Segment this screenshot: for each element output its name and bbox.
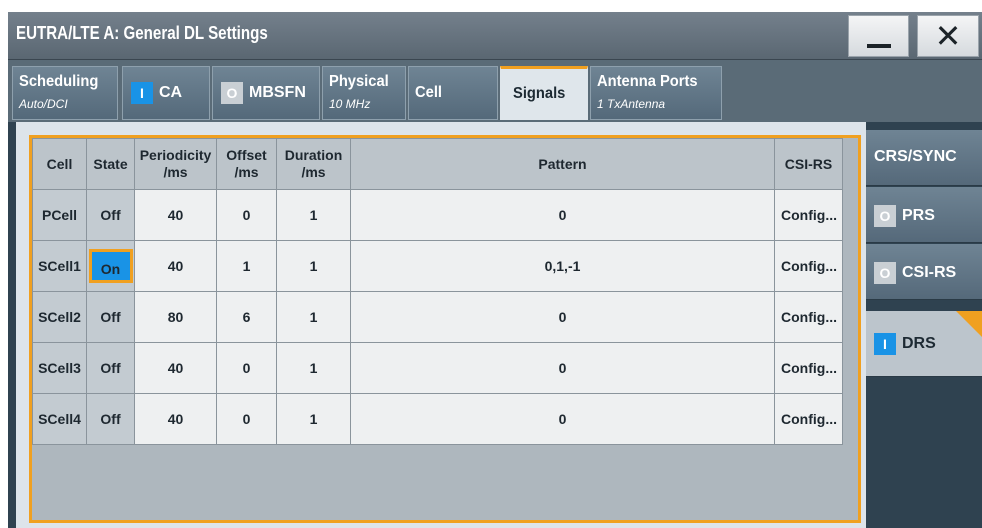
- column-header-pattern: Pattern: [350, 138, 775, 190]
- toggle-off-icon: O: [874, 262, 896, 284]
- toggle-on-icon: I: [131, 82, 153, 104]
- state-toggle[interactable]: Off: [86, 291, 135, 343]
- active-corner-marker: [956, 311, 982, 337]
- close-icon: ✕: [934, 17, 962, 55]
- pattern-field[interactable]: 0: [350, 291, 775, 343]
- periodicity-field[interactable]: 40: [134, 342, 217, 394]
- tab-label: Cell: [415, 84, 442, 101]
- side-tab-label: PRS: [902, 207, 935, 225]
- duration-field[interactable]: 1: [276, 240, 351, 292]
- pattern-field[interactable]: 0: [350, 189, 775, 241]
- toggle-on-icon: I: [874, 333, 896, 355]
- header-unit: /ms: [234, 164, 259, 180]
- pattern-field[interactable]: 0,1,-1: [350, 240, 775, 292]
- side-tab-label: DRS: [902, 335, 936, 353]
- tab-label: Signals: [513, 85, 566, 102]
- side-tab-crs-sync[interactable]: CRS/SYNC: [866, 130, 982, 186]
- tab-antenna-ports[interactable]: Antenna Ports 1 TxAntenna: [590, 66, 722, 120]
- periodicity-field[interactable]: 80: [134, 291, 217, 343]
- pattern-field[interactable]: 0: [350, 342, 775, 394]
- state-toggle[interactable]: Off: [86, 393, 135, 445]
- dialog-window: EUTRA/LTE A: General DL Settings ✕ Sched…: [8, 12, 982, 528]
- duration-field[interactable]: 1: [276, 291, 351, 343]
- table-row: SCell4 Off 40 0 1 0 Config...: [32, 393, 843, 445]
- offset-field[interactable]: 1: [216, 240, 277, 292]
- title-bar: EUTRA/LTE A: General DL Settings ✕: [8, 12, 982, 60]
- toggle-off-icon: O: [874, 205, 896, 227]
- header-unit: /ms: [163, 164, 188, 180]
- cell-name: SCell1: [32, 240, 87, 292]
- state-toggle[interactable]: Off: [86, 342, 135, 394]
- column-header-offset: Offset/ms: [216, 138, 277, 190]
- tab-physical[interactable]: Physical 10 MHz: [322, 66, 406, 120]
- periodicity-field[interactable]: 40: [134, 240, 217, 292]
- cell-name: SCell2: [32, 291, 87, 343]
- csi-rs-config-button[interactable]: Config...: [774, 291, 843, 343]
- header-line: Duration: [284, 147, 343, 163]
- toggle-off-icon: O: [221, 82, 243, 104]
- tab-label: Antenna Ports: [597, 73, 698, 90]
- tab-label: CA: [159, 84, 183, 102]
- minimize-button[interactable]: [848, 15, 909, 57]
- side-nav: CRS/SYNC O PRS O CSI-RS I DRS: [866, 122, 982, 528]
- content-panel: Cell State Periodicity/ms Offset/ms Dura…: [16, 122, 866, 528]
- offset-field[interactable]: 0: [216, 393, 277, 445]
- side-tab-prs[interactable]: O PRS: [866, 187, 982, 243]
- tab-sublabel: 1 TxAntenna: [597, 97, 666, 111]
- tab-bar: Scheduling Auto/DCI I CA O MBSFN Physical …: [8, 60, 982, 122]
- column-header-periodicity: Periodicity/ms: [134, 138, 217, 190]
- side-tab-drs[interactable]: I DRS: [866, 311, 982, 377]
- side-tab-label: CRS/SYNC: [874, 148, 957, 165]
- table-row: PCell Off 40 0 1 0 Config...: [32, 189, 843, 241]
- periodicity-field[interactable]: 40: [134, 393, 217, 445]
- cell-name: SCell3: [32, 342, 87, 394]
- close-button[interactable]: ✕: [917, 15, 979, 57]
- tab-scheduling[interactable]: Scheduling Auto/DCI: [12, 66, 118, 120]
- duration-field[interactable]: 1: [276, 342, 351, 394]
- state-toggle[interactable]: On: [86, 240, 135, 292]
- state-on-button[interactable]: On: [88, 249, 133, 283]
- offset-field[interactable]: 0: [216, 189, 277, 241]
- cell-name: SCell4: [32, 393, 87, 445]
- side-tab-label: CSI-RS: [902, 264, 957, 282]
- side-tab-csi-rs[interactable]: O CSI-RS: [866, 244, 982, 300]
- csi-rs-config-button[interactable]: Config...: [774, 189, 843, 241]
- state-toggle[interactable]: Off: [86, 189, 135, 241]
- drs-table: Cell State Periodicity/ms Offset/ms Dura…: [32, 138, 843, 445]
- column-header-duration: Duration/ms: [276, 138, 351, 190]
- column-header-state: State: [86, 138, 135, 190]
- tab-sublabel: Auto/DCI: [19, 97, 68, 111]
- offset-field[interactable]: 6: [216, 291, 277, 343]
- tab-cell[interactable]: Cell: [408, 66, 498, 120]
- column-header-csi-rs: CSI-RS: [774, 138, 843, 190]
- window-title: EUTRA/LTE A: General DL Settings: [16, 23, 268, 43]
- header-line: Offset: [226, 147, 267, 163]
- cell-name: PCell: [32, 189, 87, 241]
- header-line: Periodicity: [139, 147, 212, 163]
- tab-ca[interactable]: I CA: [122, 66, 210, 120]
- duration-field[interactable]: 1: [276, 189, 351, 241]
- table-row: SCell2 Off 80 6 1 0 Config...: [32, 291, 843, 343]
- csi-rs-config-button[interactable]: Config...: [774, 342, 843, 394]
- csi-rs-config-button[interactable]: Config...: [774, 240, 843, 292]
- table-row: SCell3 Off 40 0 1 0 Config...: [32, 342, 843, 394]
- tab-label: Physical: [329, 73, 389, 90]
- tab-label: Scheduling: [19, 73, 99, 90]
- tab-signals[interactable]: Signals: [500, 66, 588, 120]
- minimize-icon: [867, 44, 891, 48]
- pattern-field[interactable]: 0: [350, 393, 775, 445]
- csi-rs-config-button[interactable]: Config...: [774, 393, 843, 445]
- tab-label: MBSFN: [249, 84, 306, 102]
- offset-field[interactable]: 0: [216, 342, 277, 394]
- signals-table-frame: Cell State Periodicity/ms Offset/ms Dura…: [29, 135, 861, 523]
- column-header-cell: Cell: [32, 138, 87, 190]
- header-unit: /ms: [301, 164, 326, 180]
- tab-sublabel: 10 MHz: [329, 97, 371, 111]
- table-header-row: Cell State Periodicity/ms Offset/ms Dura…: [32, 138, 843, 190]
- tab-mbsfn[interactable]: O MBSFN: [212, 66, 320, 120]
- duration-field[interactable]: 1: [276, 393, 351, 445]
- table-row: SCell1 On 40 1 1 0,1,-1 Config...: [32, 240, 843, 292]
- periodicity-field[interactable]: 40: [134, 189, 217, 241]
